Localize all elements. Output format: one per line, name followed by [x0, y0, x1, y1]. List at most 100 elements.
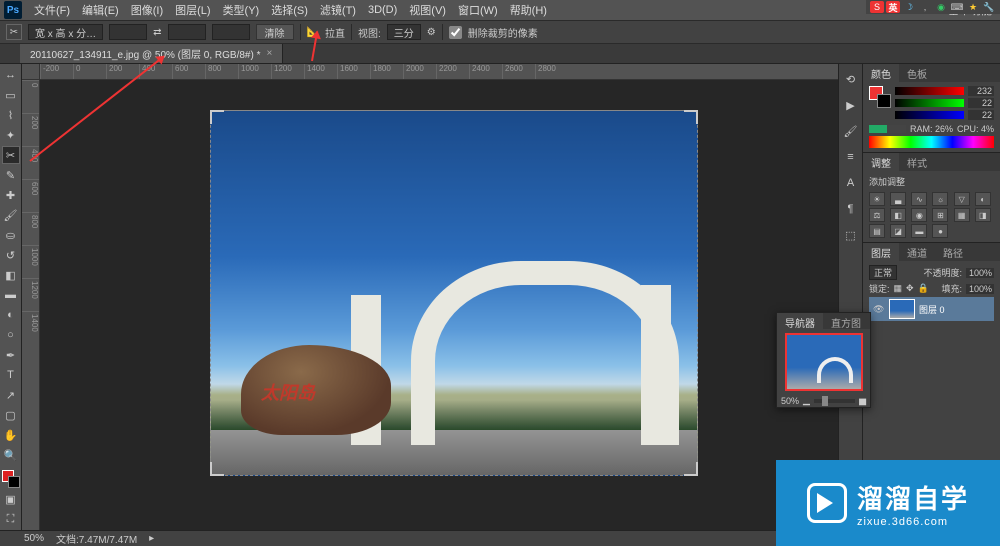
- adj-brightness-icon[interactable]: ☀: [869, 192, 885, 206]
- adj-posterize-icon[interactable]: ▤: [869, 224, 885, 238]
- adj-threshold-icon[interactable]: ◪: [890, 224, 906, 238]
- adj-colorlookup-icon[interactable]: ▦: [954, 208, 970, 222]
- image-content[interactable]: 太阳岛: [210, 110, 698, 476]
- hand-tool-icon[interactable]: ✋: [2, 426, 20, 444]
- screenmode-tool-icon[interactable]: ⛶: [2, 510, 20, 528]
- overlay-select[interactable]: 三分: [387, 24, 421, 40]
- crop-res-field[interactable]: [212, 24, 250, 40]
- menu-help[interactable]: 帮助(H): [510, 2, 547, 18]
- adj-hue-icon[interactable]: ◐: [975, 192, 991, 206]
- tab-navigator[interactable]: 导航器: [777, 313, 823, 329]
- quickmask-tool-icon[interactable]: ▣: [2, 490, 20, 508]
- clear-button[interactable]: 清除: [256, 24, 294, 40]
- crop-handle-tr[interactable]: [684, 110, 698, 124]
- marquee-tool-icon[interactable]: ▭: [2, 86, 20, 104]
- delete-cropped-checkbox[interactable]: [449, 26, 462, 39]
- pen-tool-icon[interactable]: ✒: [2, 346, 20, 364]
- color-swatch[interactable]: [2, 470, 20, 488]
- status-chevron-icon[interactable]: ▸: [149, 533, 154, 544]
- tab-histogram[interactable]: 直方图: [823, 313, 869, 329]
- color-spectrum[interactable]: [869, 136, 994, 148]
- status-doc-size[interactable]: 文档:7.47M/7.47M: [56, 531, 137, 546]
- adj-photofilter-icon[interactable]: ◉: [911, 208, 927, 222]
- menu-image[interactable]: 图像(I): [131, 2, 163, 18]
- crop-handle-br[interactable]: [684, 462, 698, 476]
- gradient-tool-icon[interactable]: ▬: [2, 286, 20, 304]
- menu-3d[interactable]: 3D(D): [368, 4, 397, 16]
- stamp-tool-icon[interactable]: ⛀: [2, 226, 20, 244]
- move-tool-icon[interactable]: ↔: [2, 66, 20, 84]
- crop-tool-icon-tb[interactable]: ✂: [2, 146, 20, 164]
- g-value[interactable]: 22: [968, 98, 994, 108]
- zoom-in-icon[interactable]: ▅: [859, 395, 866, 406]
- menu-filter[interactable]: 滤镜(T): [320, 2, 356, 18]
- crop-height-field[interactable]: [168, 24, 206, 40]
- layer-visibility-icon[interactable]: 👁: [873, 304, 885, 315]
- adj-curves-icon[interactable]: ∿: [911, 192, 927, 206]
- lasso-tool-icon[interactable]: ⌇: [2, 106, 20, 124]
- lock-all-icon[interactable]: 🔒: [918, 283, 929, 294]
- zoom-out-icon[interactable]: ▁: [803, 395, 810, 406]
- navigator-thumbnail[interactable]: [785, 333, 863, 391]
- eraser-tool-icon[interactable]: ◧: [2, 266, 20, 284]
- g-slider[interactable]: [895, 99, 964, 107]
- background-color[interactable]: [8, 476, 20, 488]
- r-value[interactable]: 232: [968, 86, 994, 96]
- menu-select[interactable]: 选择(S): [271, 2, 308, 18]
- adj-invert-icon[interactable]: ◨: [975, 208, 991, 222]
- eyedropper-tool-icon[interactable]: ✎: [2, 166, 20, 184]
- status-zoom[interactable]: 50%: [24, 533, 44, 544]
- brush-tool-icon[interactable]: 🖌: [2, 206, 20, 224]
- gear-icon[interactable]: ⚙: [427, 27, 436, 38]
- menu-edit[interactable]: 编辑(E): [82, 2, 119, 18]
- adj-vibrance-icon[interactable]: ▽: [954, 192, 970, 206]
- canvas[interactable]: 太阳岛: [40, 80, 838, 530]
- healing-tool-icon[interactable]: ✚: [2, 186, 20, 204]
- brushpreset-panel-icon[interactable]: ≡: [842, 148, 860, 166]
- tab-paths[interactable]: 路径: [935, 243, 971, 261]
- menu-layer[interactable]: 图层(L): [175, 2, 210, 18]
- menu-view[interactable]: 视图(V): [409, 2, 446, 18]
- crop-handle-tl[interactable]: [210, 110, 224, 124]
- opacity-value[interactable]: 100%: [966, 268, 994, 278]
- navigator-zoom-value[interactable]: 50%: [781, 396, 799, 406]
- lock-position-icon[interactable]: ✥: [906, 283, 914, 294]
- crop-width-field[interactable]: [109, 24, 147, 40]
- history-brush-tool-icon[interactable]: ↺: [2, 246, 20, 264]
- adj-channelmixer-icon[interactable]: ⊞: [932, 208, 948, 222]
- swap-icon[interactable]: ⇄: [153, 27, 161, 38]
- lock-pixels-icon[interactable]: ▦: [894, 283, 903, 294]
- adj-colorbalance-icon[interactable]: ⚖: [869, 208, 885, 222]
- path-tool-icon[interactable]: ↗: [2, 386, 20, 404]
- shape-tool-icon[interactable]: ▢: [2, 406, 20, 424]
- actions-panel-icon[interactable]: ▶: [842, 96, 860, 114]
- tab-layers[interactable]: 图层: [863, 243, 899, 261]
- crop-handle-bl[interactable]: [210, 462, 224, 476]
- crop-ratio-field[interactable]: 宽 x 高 x 分…: [28, 24, 103, 40]
- layer-name[interactable]: 图层 0: [919, 303, 945, 316]
- wand-tool-icon[interactable]: ✦: [2, 126, 20, 144]
- menu-file[interactable]: 文件(F): [34, 2, 70, 18]
- b-value[interactable]: 22: [968, 110, 994, 120]
- b-slider[interactable]: [895, 111, 964, 119]
- adj-bw-icon[interactable]: ◧: [890, 208, 906, 222]
- tab-styles[interactable]: 样式: [899, 153, 935, 171]
- layer-row[interactable]: 👁 图层 0: [869, 297, 994, 321]
- menu-window[interactable]: 窗口(W): [458, 2, 498, 18]
- character-panel-icon[interactable]: A: [842, 174, 860, 192]
- dodge-tool-icon[interactable]: ○: [2, 326, 20, 344]
- blend-mode-select[interactable]: 正常: [869, 265, 897, 280]
- tab-swatches[interactable]: 色板: [899, 64, 935, 82]
- paragraph-panel-icon[interactable]: ¶: [842, 200, 860, 218]
- fill-value[interactable]: 100%: [966, 284, 994, 294]
- navigator-panel[interactable]: 导航器 直方图 50% ▁ ▅: [776, 312, 871, 408]
- tab-color[interactable]: 颜色: [863, 64, 899, 82]
- blur-tool-icon[interactable]: ◐: [2, 306, 20, 324]
- adj-exposure-icon[interactable]: ☼: [932, 192, 948, 206]
- layer-thumbnail[interactable]: [889, 299, 915, 319]
- brush-panel-icon[interactable]: 🖌: [842, 122, 860, 140]
- menu-type[interactable]: 类型(Y): [223, 2, 260, 18]
- adj-selective-icon[interactable]: ●: [932, 224, 948, 238]
- tab-channels[interactable]: 通道: [899, 243, 935, 261]
- tab-adjustments[interactable]: 调整: [863, 153, 899, 171]
